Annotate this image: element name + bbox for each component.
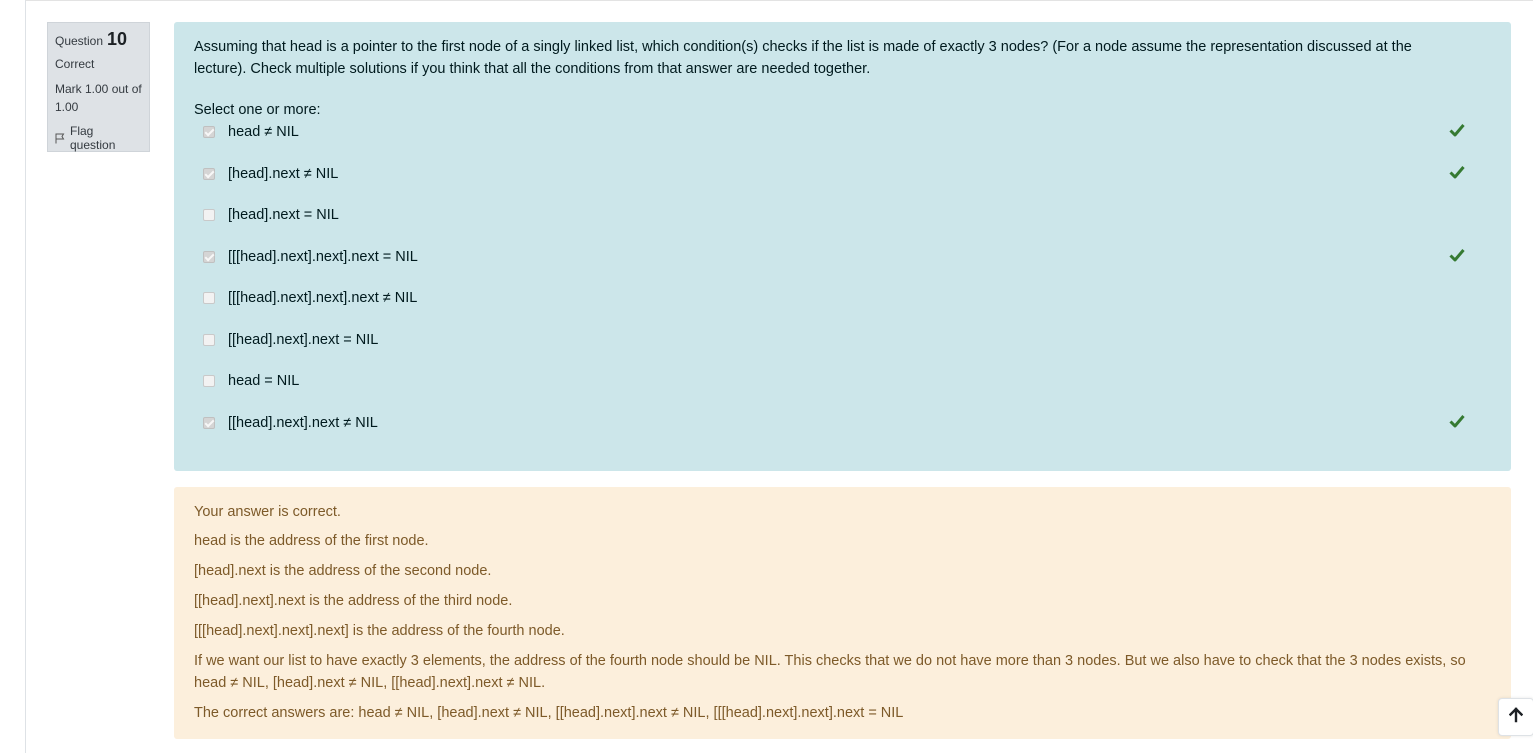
answer-label: [head].next ≠ NIL [228,165,339,182]
answer-checkbox[interactable] [203,375,215,387]
right-answer: The correct answers are: head ≠ NIL, [he… [194,705,904,721]
answer-label: [head].next = NIL [228,207,339,223]
answer-option: [[[head].next].next].next ≠ NIL [194,287,1491,329]
flag-question-label: Flag question [70,124,116,152]
answer-option: [head].next ≠ NIL [194,163,1491,205]
question-number-value: 10 [107,29,128,49]
feedback-line: [head].next is the address of the second… [194,563,492,579]
answer-label: head = NIL [228,373,300,389]
answer-checkbox[interactable] [203,292,215,304]
feedback-line: [[head].next].next is the address of the… [194,593,513,609]
question-number-label: Question [55,34,104,48]
answer-option: [[[head].next].next].next = NIL [194,246,1491,288]
flag-outline-icon [55,133,65,144]
check-icon [1449,165,1465,179]
answer-label: [[[head].next].next].next ≠ NIL [228,290,418,306]
left-divider [25,0,26,753]
answer-checkbox[interactable] [203,126,215,138]
answer-checkbox[interactable] [203,167,215,180]
question-info-panel: Question 10 Correct Mark 1.00 out of 1.0… [47,22,150,152]
answer-checkbox[interactable] [203,250,215,263]
feedback-result: Your answer is correct. [194,504,341,520]
feedback-line: If we want our list to have exactly 3 el… [194,653,1466,691]
page: Question 10 Correct Mark 1.00 out of 1.0… [0,0,1533,753]
feedback-line: [[[head].next].next].next] is the addres… [194,623,565,639]
check-icon [1449,248,1465,262]
answer-option: [[head].next].next = NIL [194,329,1491,371]
arrow-up-icon [1508,706,1524,728]
check-icon [1449,414,1465,428]
answer-option: head = NIL [194,370,1491,412]
answer-option: [[head].next].next ≠ NIL [194,412,1491,454]
answer-checkbox[interactable] [203,416,215,429]
question-state: Correct [55,57,95,71]
answer-list: head ≠ NIL [head].next ≠ NIL [head].next =… [194,121,1491,453]
answer-option: [head].next = NIL [194,204,1491,246]
answer-label: [[head].next].next ≠ NIL [228,414,378,431]
answer-option: head ≠ NIL [194,121,1491,163]
scroll-to-top-button[interactable] [1498,698,1533,736]
question-grade: Mark 1.00 out of 1.00 [55,82,142,114]
answer-checkbox[interactable] [203,333,215,346]
question-number: Question 10 [55,29,142,50]
answer-label: [[head].next].next = NIL [228,331,379,348]
flag-question-button[interactable]: Flag question [55,124,142,152]
question-text: Assuming that head is a pointer to the f… [194,39,1412,77]
answer-label: head ≠ NIL [228,124,299,140]
answer-prompt: Select one or more: [194,102,321,118]
top-divider [25,0,1533,1]
question-formulation: Assuming that head is a pointer to the f… [174,22,1511,471]
check-icon [1449,123,1465,137]
feedback-line: head is the address of the first node. [194,533,429,549]
answer-label: [[[head].next].next].next = NIL [228,248,418,265]
answer-checkbox[interactable] [203,209,215,221]
feedback-panel: Your answer is correct. head is the addr… [174,487,1511,739]
